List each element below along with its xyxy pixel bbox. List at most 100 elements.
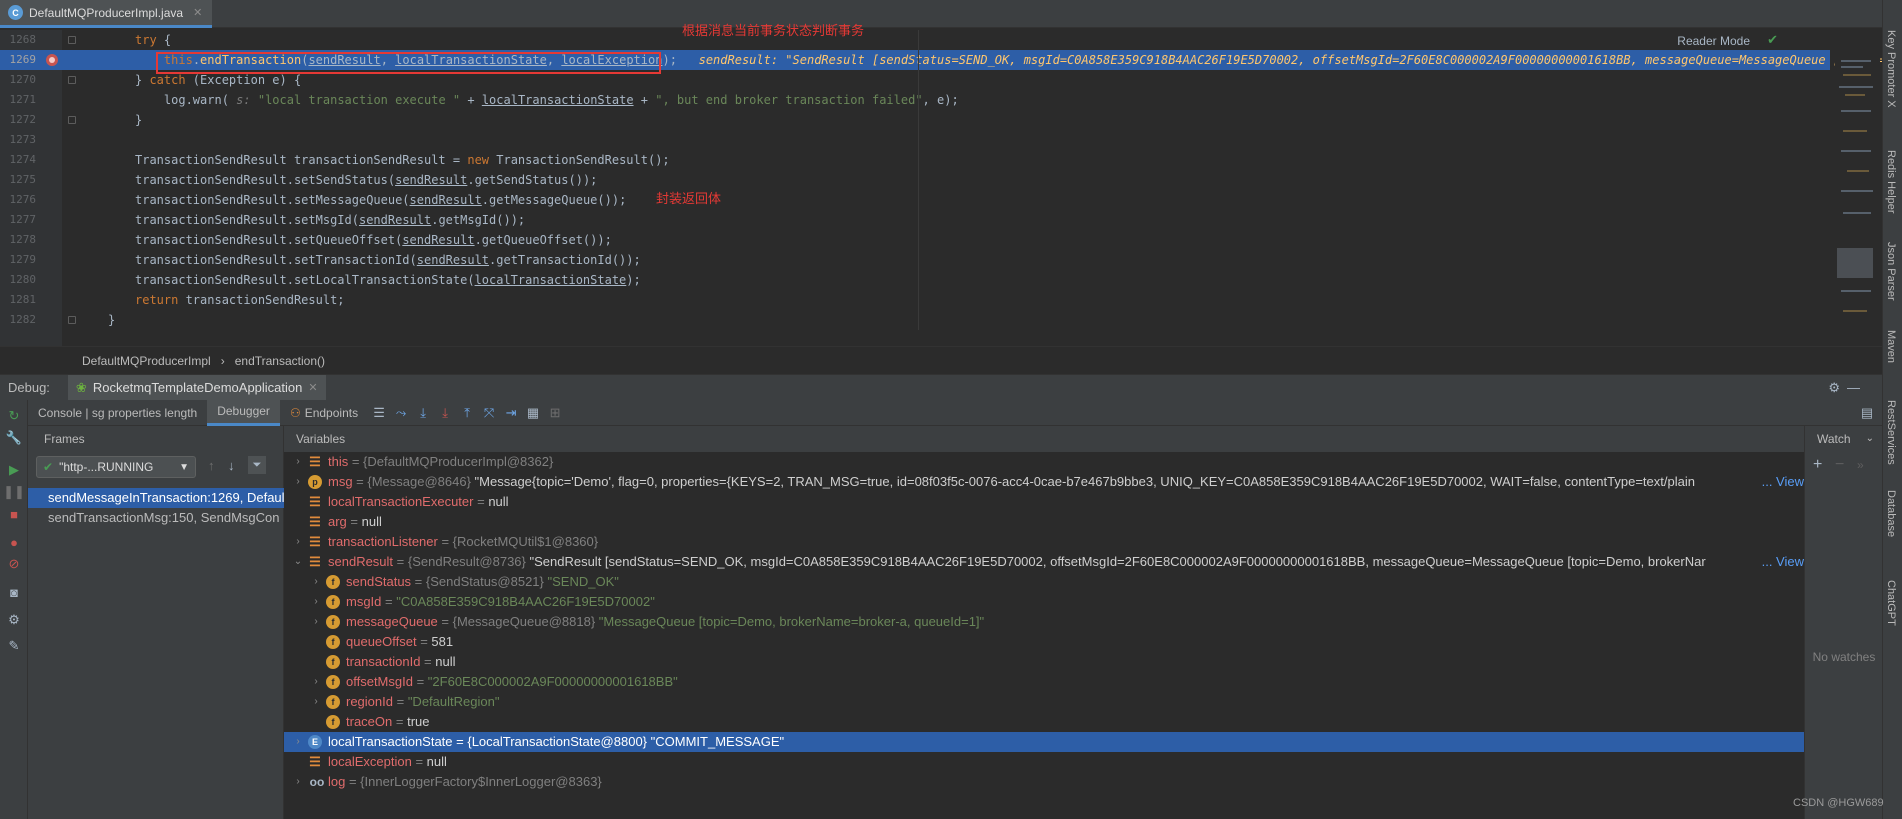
line-number[interactable]: 1272	[0, 110, 37, 130]
line-number[interactable]: 1280	[0, 270, 37, 290]
line-number[interactable]: 1276	[0, 190, 37, 210]
code-line[interactable]: 1275 transactionSendResult.setSendStatus(…	[0, 170, 1830, 190]
code-line[interactable]: 1273	[0, 130, 1830, 150]
rerun-icon[interactable]: ↻	[6, 408, 22, 424]
variable-row[interactable]: f traceOn = true	[284, 712, 1804, 732]
step-into-icon[interactable]: ⤓	[412, 402, 434, 424]
chevron-right-icon[interactable]: ›	[292, 732, 304, 752]
line-number[interactable]: 1277	[0, 210, 37, 230]
line-number[interactable]: 1273	[0, 130, 37, 150]
inspection-check-icon[interactable]: ✔	[1767, 32, 1778, 48]
variable-row[interactable]: › oo log = {InnerLoggerFactory$InnerLogger…	[284, 772, 1804, 792]
step-out-icon[interactable]: ⤒	[456, 402, 478, 424]
evaluate-expression-icon[interactable]: ▦	[522, 402, 544, 424]
menu-icon[interactable]: ☰	[368, 402, 390, 424]
variable-row[interactable]: › ElocalTransactionState = {LocalTransact…	[284, 732, 1804, 752]
chevron-right-icon[interactable]: ›	[292, 472, 304, 492]
chevron-down-icon[interactable]: ⌄	[292, 552, 304, 572]
close-icon[interactable]: ✕	[308, 381, 317, 394]
tool-maven[interactable]: Maven	[1885, 330, 1897, 363]
line-number[interactable]: 1274	[0, 150, 37, 170]
variable-row[interactable]: › f regionId = "DefaultRegion"	[284, 692, 1804, 712]
fold-marker-icon[interactable]	[68, 316, 76, 324]
chevron-down-icon[interactable]: ⌄	[1866, 426, 1874, 452]
code-line[interactable]: 1268 try {	[0, 30, 1830, 50]
chevron-right-icon[interactable]: ›	[310, 692, 322, 712]
breadcrumb-class[interactable]: DefaultMQProducerImpl	[82, 354, 211, 368]
chevron-right-icon[interactable]: ›	[292, 532, 304, 552]
variable-row[interactable]: › f sendStatus = {SendStatus@8521} "SEND_O…	[284, 572, 1804, 592]
tool-restservices[interactable]: RestServices	[1885, 400, 1897, 465]
tool-key-promoter[interactable]: Key Promoter X	[1885, 30, 1897, 108]
error-stripe[interactable]	[1835, 30, 1880, 346]
tool-database[interactable]: Database	[1885, 490, 1897, 537]
code-line[interactable]: 1282}	[0, 310, 1830, 330]
frame-item[interactable]: sendTransactionMsg:150, SendMsgCon	[28, 508, 284, 528]
filter-icon[interactable]: ⏷	[248, 456, 266, 474]
line-number[interactable]: 1275	[0, 170, 37, 190]
code-line[interactable]: 1274 TransactionSendResult transactionSen…	[0, 150, 1830, 170]
view-link[interactable]: ... View	[1759, 552, 1804, 572]
variable-row[interactable]: ☰ localException = null	[284, 752, 1804, 772]
code-line[interactable]: 1278 transactionSendResult.setQueueOffset…	[0, 230, 1830, 250]
run-to-cursor-icon[interactable]: ⇥	[500, 402, 522, 424]
code-line[interactable]: 1281 return transactionSendResult;	[0, 290, 1830, 310]
view-link[interactable]: ... View	[1759, 472, 1804, 492]
line-number[interactable]: 1279	[0, 250, 37, 270]
run-config-tab[interactable]: ❀ RocketmqTemplateDemoApplication ✕	[67, 374, 326, 401]
line-number[interactable]: 1282	[0, 310, 37, 330]
line-number[interactable]: 1278	[0, 230, 37, 250]
variable-row[interactable]: ⌄ ☰ sendResult = {SendResult@8736} "SendRe…	[284, 552, 1804, 572]
breakpoint-icon[interactable]	[46, 54, 58, 66]
variable-row[interactable]: › ☰ transactionListener = {RocketMQUtil$1@…	[284, 532, 1804, 552]
line-number[interactable]: 1268	[0, 30, 37, 50]
tool-redis-helper[interactable]: Redis Helper	[1885, 150, 1897, 214]
code-line[interactable]: 1279 transactionSendResult.setTransaction…	[0, 250, 1830, 270]
step-over-icon[interactable]: ⤳	[390, 402, 412, 424]
settings-gear-icon[interactable]: ⚙	[1828, 380, 1840, 396]
resume-icon[interactable]: ▶	[6, 462, 22, 478]
fold-marker-icon[interactable]	[68, 36, 76, 44]
variable-row[interactable]: ☰ localTransactionExecuter = null	[284, 492, 1804, 512]
code-editor[interactable]: 1268 try {1269 this.endTransaction(sendRe…	[0, 23, 1891, 374]
fold-marker-icon[interactable]	[68, 116, 76, 124]
pin-icon[interactable]: ✎	[6, 638, 22, 654]
variable-row[interactable]: › f offsetMsgId = "2F60E8C000002A9F0000000…	[284, 672, 1804, 692]
code-line[interactable]: 1280 transactionSendResult.setLocalTransa…	[0, 270, 1830, 290]
thread-selector[interactable]: ✔ "http-...RUNNING ▼	[36, 456, 196, 478]
tab-console[interactable]: Console | sg properties length	[28, 400, 207, 426]
settings-icon[interactable]: ⚙	[6, 612, 22, 628]
reader-mode-button[interactable]: Reader Mode	[1677, 34, 1750, 48]
wrench-icon[interactable]: 🔧	[6, 430, 22, 446]
variable-row[interactable]: › ☰ this = {DefaultMQProducerImpl@8362}	[284, 452, 1804, 472]
variable-row[interactable]: › f messageQueue = {MessageQueue@8818} "Me…	[284, 612, 1804, 632]
editor-tab-file[interactable]: C DefaultMQProducerImpl.java ✕	[0, 0, 213, 28]
remove-watch-icon[interactable]: −	[1835, 456, 1844, 474]
trace-icon[interactable]: ⊞	[544, 402, 566, 424]
code-line[interactable]: 1277 transactionSendResult.setMsgId(sendR…	[0, 210, 1830, 230]
tool-json-parser[interactable]: Json Parser	[1885, 242, 1897, 301]
mute-breakpoints-icon[interactable]: ⊘	[6, 556, 22, 572]
line-number[interactable]: 1269	[0, 50, 37, 70]
stop-icon[interactable]: ■	[6, 506, 22, 522]
variable-row[interactable]: f transactionId = null	[284, 652, 1804, 672]
close-icon[interactable]: ✕	[193, 6, 202, 19]
hide-panel-icon[interactable]: —	[1847, 380, 1860, 395]
variable-row[interactable]: f queueOffset = 581	[284, 632, 1804, 652]
variable-row[interactable]: › f msgId = "C0A858E359C918B4AAC26F19E5D70…	[284, 592, 1804, 612]
code-line[interactable]: 1271 log.warn( s: "local transaction exe…	[0, 90, 1830, 110]
expand-icon[interactable]: »	[1857, 458, 1864, 472]
line-number[interactable]: 1270	[0, 70, 37, 90]
tab-debugger[interactable]: Debugger	[207, 399, 280, 426]
line-number[interactable]: 1271	[0, 90, 37, 110]
fold-marker-icon[interactable]	[68, 76, 76, 84]
layout-icon[interactable]: ▤	[1856, 402, 1878, 424]
chevron-right-icon[interactable]: ›	[292, 772, 304, 792]
tab-endpoints[interactable]: ⚇ Endpoints	[280, 400, 368, 426]
tool-chatgpt[interactable]: ChatGPT	[1885, 580, 1897, 626]
chevron-right-icon[interactable]: ›	[310, 672, 322, 692]
variable-row[interactable]: › p msg = {Message@8646} "Message{topic='D…	[284, 472, 1804, 492]
chevron-right-icon[interactable]: ›	[310, 572, 322, 592]
pause-icon[interactable]: ❚❚	[3, 484, 25, 500]
frame-item[interactable]: sendMessageInTransaction:1269, Defaul	[28, 488, 284, 508]
